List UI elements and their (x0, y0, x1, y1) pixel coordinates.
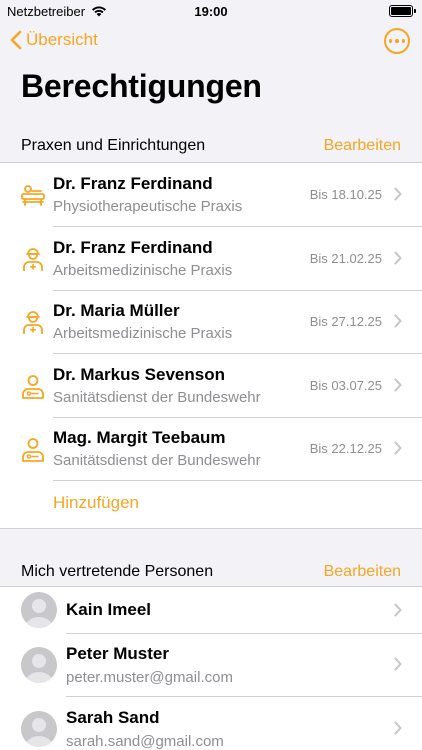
status-bar: Netzbetreiber 19:00 (0, 0, 422, 24)
practice-valid-until: Bis 03.07.25 (309, 377, 382, 393)
practices-section-title: Praxen und Einrichtungen (21, 137, 206, 154)
representative-row[interactable]: Peter Muster peter.muster@gmail.com (0, 633, 422, 697)
avatar (21, 710, 57, 747)
practice-row[interactable]: Dr. Maria Müller Arbeitsmedizinische Pra… (0, 290, 422, 354)
representative-row[interactable]: Kain Imeel (0, 587, 422, 633)
practice-name: Dr. Markus Sevenson (53, 364, 225, 384)
representatives-list: Kain Imeel Peter Muster peter.muster@gma… (0, 586, 422, 750)
representative-row[interactable]: Sarah Sand sarah.sand@gmail.com (0, 697, 422, 750)
chevron-left-icon (10, 30, 22, 50)
chevron-right-icon (394, 603, 402, 617)
avatar (21, 592, 57, 628)
person-placeholder-icon (25, 717, 53, 747)
practice-valid-until: Bis 22.12.25 (309, 441, 382, 456)
representative-name: Sarah Sand (66, 707, 160, 727)
page-title: Berechtigungen (21, 68, 262, 104)
practice-name: Dr. Maria Müller (53, 301, 180, 320)
representatives-section-header: Mich vertretende Personen Bearbeiten (0, 563, 422, 587)
medic-service-icon (22, 438, 44, 462)
practice-row[interactable]: Dr. Markus Sevenson Sanitätsdienst der B… (0, 354, 422, 417)
practice-valid-until: Bis 18.10.25 (309, 187, 382, 202)
ellipsis-icon (388, 39, 393, 43)
practice-name: Mag. Margit Teebaum (53, 428, 226, 447)
representatives-section-title: Mich vertretende Personen (21, 563, 214, 580)
practice-name: Dr. Franz Ferdinand (53, 237, 213, 257)
add-practice-row: Hinzufügen (0, 481, 422, 528)
chevron-right-icon (394, 251, 402, 264)
representative-name: Peter Muster (66, 644, 169, 663)
representatives-edit-button[interactable]: Bearbeiten (324, 563, 401, 581)
practice-row[interactable]: Mag. Margit Teebaum Sanitätsdienst der B… (0, 417, 422, 481)
practice-row[interactable]: Dr. Franz Ferdinand Arbeitsmedizinische … (0, 227, 422, 290)
practice-type: Arbeitsmedizinische Praxis (53, 325, 233, 342)
practice-type: Sanitätsdienst der Bundeswehr (53, 388, 261, 406)
clock: 19:00 (194, 4, 228, 19)
practice-valid-until: Bis 27.12.25 (309, 314, 382, 329)
occupational-doctor-icon (23, 311, 43, 334)
back-button-label: Übersicht (26, 30, 98, 49)
practice-valid-until: Bis 21.02.25 (309, 250, 382, 266)
add-practice-button[interactable]: Hinzufügen (53, 493, 139, 513)
more-options-button[interactable] (384, 28, 410, 54)
practices-section-header: Praxen und Einrichtungen Bearbeiten (0, 137, 422, 161)
chevron-right-icon (394, 657, 402, 671)
practice-type: Arbeitsmedizinische Praxis (53, 261, 233, 279)
battery-icon (389, 5, 416, 17)
practices-list: Dr. Franz Ferdinand Physiotherapeutische… (0, 162, 422, 529)
navigation-bar: Übersicht (0, 28, 422, 60)
avatar (21, 647, 57, 683)
representative-email: peter.muster@gmail.com (66, 669, 233, 686)
chevron-right-icon (394, 314, 402, 328)
occupational-doctor-icon (23, 247, 43, 271)
practice-row[interactable]: Dr. Franz Ferdinand Physiotherapeutische… (0, 163, 422, 227)
person-placeholder-icon (25, 654, 53, 683)
practice-name: Dr. Franz Ferdinand (53, 174, 213, 193)
chevron-right-icon (394, 187, 402, 201)
representative-name: Kain Imeel (66, 600, 152, 619)
chevron-right-icon (394, 378, 402, 391)
chevron-right-icon (394, 441, 402, 455)
back-button[interactable]: Übersicht (10, 30, 98, 50)
chevron-right-icon (394, 721, 402, 734)
representative-email: sarah.sand@gmail.com (66, 732, 224, 750)
practices-edit-button[interactable]: Bearbeiten (324, 137, 401, 155)
medic-service-icon (22, 374, 44, 399)
practice-type: Physiotherapeutische Praxis (53, 198, 243, 215)
person-placeholder-icon (25, 599, 53, 628)
practice-type: Sanitätsdienst der Bundeswehr (53, 452, 261, 469)
physio-icon (21, 185, 45, 206)
